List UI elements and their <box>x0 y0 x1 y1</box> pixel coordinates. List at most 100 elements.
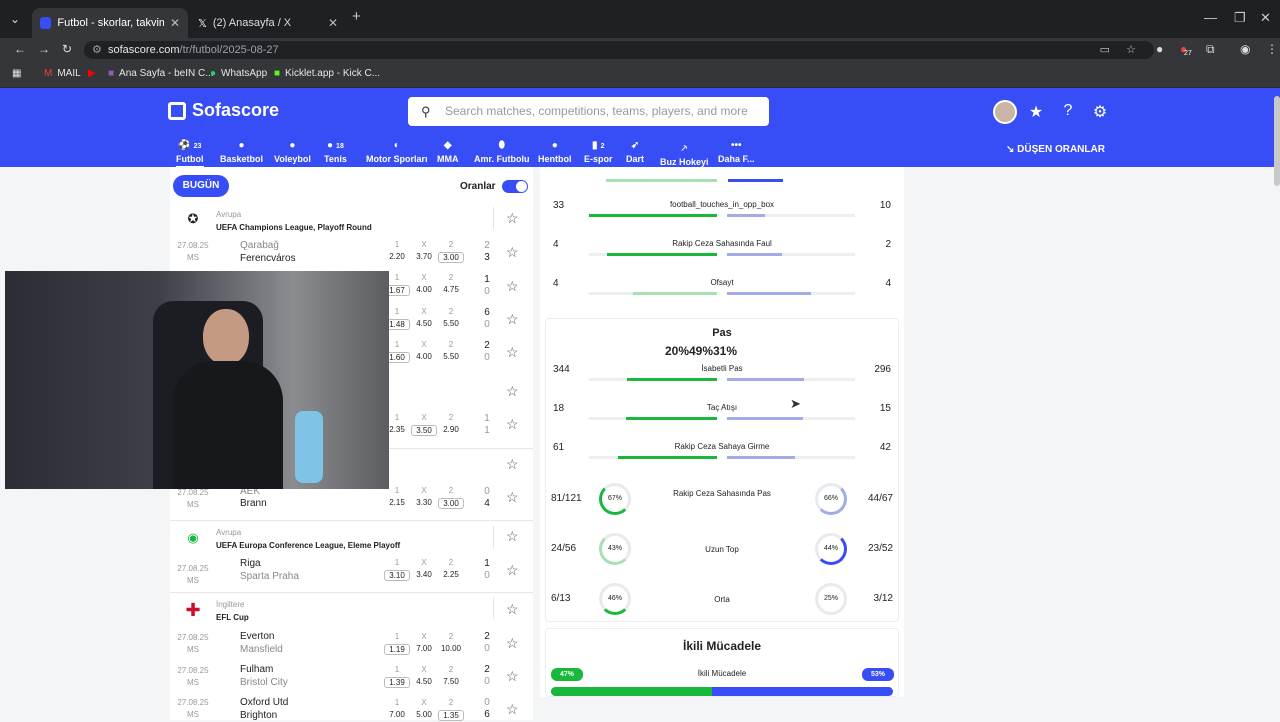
close-tab-icon[interactable]: ✕ <box>170 16 180 30</box>
sport-tab-mma[interactable]: ◆ MMA <box>437 140 459 164</box>
odds-2[interactable]: 2 3.00 <box>438 486 464 509</box>
divider <box>493 207 494 229</box>
favorite-star-icon[interactable]: ☆ <box>506 601 519 618</box>
minimize-icon[interactable]: — <box>1204 10 1217 25</box>
odds-1[interactable]: 1 2.20 <box>384 240 410 261</box>
stat-name: Orta <box>714 595 730 604</box>
odds-2[interactable]: 2 7.50 <box>438 665 464 686</box>
apps-grid-icon[interactable]: ▦ <box>12 68 21 79</box>
close-tab-icon[interactable]: ✕ <box>328 16 338 30</box>
kicklet-icon: ■ <box>274 68 281 79</box>
odds-1[interactable]: 1 7.00 <box>384 698 410 719</box>
browser-menu-icon[interactable]: ⋮ <box>1266 42 1278 56</box>
bookmark-mail[interactable]: M MAIL <box>44 68 81 79</box>
odds-2[interactable]: 2 2.90 <box>438 413 464 434</box>
sport-tab-futbol[interactable]: ⚽ 23 Futbol <box>176 140 204 168</box>
extension-icon[interactable]: ● <box>1156 42 1163 56</box>
odds-x[interactable]: X 7.00 <box>411 632 437 653</box>
help-icon[interactable]: ? <box>1058 102 1078 120</box>
favorite-star-icon[interactable]: ☆ <box>506 344 519 361</box>
sport-tab-motor[interactable]: ◐ Motor Sporları <box>366 140 428 164</box>
odds-x[interactable]: X 3.50 <box>411 413 437 436</box>
dropping-odds-link[interactable]: ↘ DÜŞEN ORANLAR <box>1006 144 1105 155</box>
bookmark-whatsapp[interactable]: ● WhatsApp <box>210 68 267 79</box>
favorite-star-icon[interactable]: ☆ <box>506 562 519 579</box>
forward-icon[interactable]: → <box>38 42 50 56</box>
sport-tab-dart[interactable]: ➶ Dart <box>626 140 644 164</box>
bookmark-kicklet[interactable]: ■ Kicklet.app - Kick C... <box>274 68 380 79</box>
favorite-star-icon[interactable]: ☆ <box>506 244 519 261</box>
odds-1[interactable]: 1 1.39 <box>384 665 410 688</box>
page-scrollbar[interactable] <box>1274 96 1280 186</box>
tab-search-icon[interactable]: ⌄ <box>10 12 20 26</box>
odds-2[interactable]: 2 3.00 <box>438 240 464 263</box>
new-tab-icon[interactable]: + <box>352 8 361 25</box>
stat-name: İsabetli Pas <box>701 364 743 373</box>
favorite-star-icon[interactable]: ☆ <box>506 210 519 227</box>
browser-tab-sofascore[interactable]: Futbol - skorlar, takvim & oranl ✕ <box>32 8 188 38</box>
site-info-icon[interactable]: ⚙ <box>92 41 102 59</box>
favorite-star-icon[interactable]: ☆ <box>506 635 519 652</box>
favorite-star-icon[interactable]: ☆ <box>506 278 519 295</box>
odds-x[interactable]: X 3.30 <box>411 486 437 507</box>
extensions-puzzle-icon[interactable]: ⧉ <box>1206 42 1215 57</box>
favorite-star-icon[interactable]: ☆ <box>506 311 519 328</box>
odds-toggle[interactable] <box>502 180 528 193</box>
odds-x[interactable]: X 4.50 <box>411 665 437 686</box>
sport-tab-basketbol[interactable]: ● Basketbol <box>220 140 263 164</box>
league-header[interactable]: Avrupa UEFA Europa Conference League, Ele… <box>216 528 400 550</box>
odds-x[interactable]: X 4.00 <box>411 273 437 294</box>
user-avatar[interactable] <box>993 100 1017 124</box>
browser-tab-x[interactable]: 𝕏 (2) Anasayfa / X ✕ <box>190 8 346 38</box>
score: 10 <box>484 558 490 581</box>
bookmark-star-icon[interactable]: ☆ <box>1126 41 1136 59</box>
odds-2[interactable]: 2 5.50 <box>438 307 464 328</box>
sport-tab-more[interactable]: ••• Daha F... <box>718 140 755 164</box>
football-icon: ⚽ 23 <box>178 140 202 151</box>
today-button[interactable]: BUGÜN <box>173 175 229 197</box>
bookmark-bein[interactable]: ■ Ana Sayfa - beIN C... <box>108 68 214 79</box>
search-input[interactable]: ⚲ Search matches, competitions, teams, pl… <box>408 97 769 126</box>
odds-x[interactable]: X 3.40 <box>411 558 437 579</box>
odds-2[interactable]: 2 5.50 <box>438 340 464 361</box>
odds-2[interactable]: 2 4.75 <box>438 273 464 294</box>
restore-icon[interactable]: ❐ <box>1234 10 1246 26</box>
odds-1[interactable]: 1 1.19 <box>384 632 410 655</box>
more-icon: ••• <box>731 140 742 151</box>
youtube-icon[interactable]: ▶ <box>88 68 96 79</box>
odds-x[interactable]: X 3.70 <box>411 240 437 261</box>
odds-x[interactable]: X 5.00 <box>411 698 437 719</box>
favorite-star-icon[interactable]: ☆ <box>506 528 519 545</box>
back-icon[interactable]: ← <box>14 42 26 56</box>
favorite-star-icon[interactable]: ☆ <box>506 668 519 685</box>
cast-icon[interactable]: ▭ <box>1100 41 1110 59</box>
sport-tab-espor[interactable]: ▮ 2 E-spor <box>584 140 613 164</box>
odds-1[interactable]: 1 2.15 <box>384 486 410 507</box>
odds-x[interactable]: X 4.00 <box>411 340 437 361</box>
sport-tab-amr-futbol[interactable]: ⬮ Amr. Futbolu <box>474 140 530 164</box>
favorite-star-icon[interactable]: ☆ <box>506 416 519 433</box>
odds-2[interactable]: 2 2.25 <box>438 558 464 579</box>
address-bar[interactable]: ⚙ sofascore.com/tr/futbol/2025-08-27 ▭ ☆ <box>84 41 1154 59</box>
favorite-star-icon[interactable]: ☆ <box>506 701 519 718</box>
odds-1[interactable]: 1 3.10 <box>384 558 410 581</box>
sofascore-logo[interactable]: Sofascore <box>168 100 279 121</box>
sport-tab-hentbol[interactable]: ● Hentbol <box>538 140 572 164</box>
sport-tab-tenis[interactable]: ● 18 Tenis <box>324 140 347 164</box>
reload-icon[interactable]: ↻ <box>62 42 72 56</box>
odds-x[interactable]: X 4.50 <box>411 307 437 328</box>
league-header[interactable]: Avrupa UEFA Champions League, Playoff Rou… <box>216 210 372 232</box>
profile-icon[interactable]: ◉ <box>1240 42 1250 56</box>
league-header[interactable]: İngiltere EFL Cup <box>216 600 249 622</box>
sport-tab-buz-hokeyi[interactable]: ⸕ Buz Hokeyi <box>660 140 709 167</box>
favorite-star-icon[interactable]: ☆ <box>506 456 519 473</box>
close-window-icon[interactable]: ✕ <box>1260 10 1271 26</box>
stat-bar-home <box>606 179 717 182</box>
odds-2[interactable]: 2 10.00 <box>436 632 466 653</box>
sport-tab-voleybol[interactable]: ● Voleybol <box>274 140 311 164</box>
favorite-star-icon[interactable]: ☆ <box>506 489 519 506</box>
settings-gear-icon[interactable]: ⚙ <box>1090 102 1110 122</box>
odds-2[interactable]: 2 1.35 <box>438 698 464 721</box>
favorite-star-icon[interactable]: ☆ <box>506 383 519 400</box>
favorites-star-icon[interactable]: ★ <box>1026 102 1046 122</box>
